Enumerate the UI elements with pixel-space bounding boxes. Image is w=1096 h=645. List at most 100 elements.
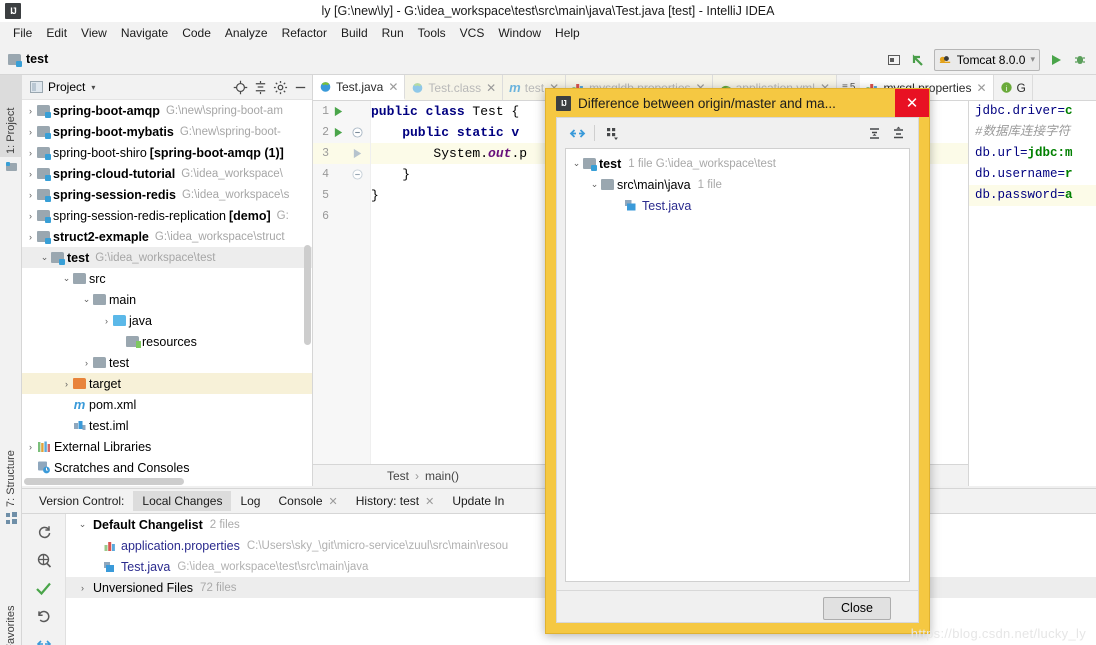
- project-breadcrumb[interactable]: test: [8, 52, 48, 67]
- run-configuration-selector[interactable]: Tomcat 8.0.0 ▾: [933, 48, 1040, 71]
- chevron-down-icon[interactable]: ⌄: [588, 179, 601, 190]
- chevron-right-icon[interactable]: ›: [24, 106, 37, 116]
- close-icon[interactable]: ✕: [329, 495, 338, 508]
- project-structure-icon[interactable]: [883, 49, 905, 71]
- tab-test-java[interactable]: Test.java ✕: [313, 75, 406, 100]
- close-icon[interactable]: ✕: [388, 80, 398, 94]
- chevron-right-icon[interactable]: ›: [76, 583, 89, 593]
- commit-icon[interactable]: [22, 574, 65, 602]
- fold-minus-icon[interactable]: [347, 169, 367, 180]
- chevron-right-icon[interactable]: ›: [24, 232, 37, 242]
- tab-local-changes[interactable]: Local Changes: [133, 491, 232, 511]
- dialog-changes-tree[interactable]: ⌄ test 1 file G:\idea_workspace\test ⌄ s…: [565, 148, 910, 582]
- tree-row-pom[interactable]: m pom.xml: [22, 394, 312, 415]
- diff-icon[interactable]: [22, 630, 65, 645]
- menu-view[interactable]: View: [74, 24, 114, 42]
- tree-row[interactable]: › spring-session-redis-replication [demo…: [22, 205, 312, 226]
- tree-row[interactable]: › spring-boot-shiro [spring-boot-amqp (1…: [22, 142, 312, 163]
- hide-panel-icon[interactable]: [290, 78, 310, 98]
- tab-test-class[interactable]: Test.class ✕: [405, 75, 504, 100]
- tree-row-scratches[interactable]: Scratches and Consoles: [22, 457, 312, 478]
- menu-help[interactable]: Help: [548, 24, 587, 42]
- menu-run[interactable]: Run: [375, 24, 411, 42]
- chevron-down-icon[interactable]: ⌄: [80, 294, 93, 305]
- close-button[interactable]: Close: [823, 596, 891, 620]
- close-icon[interactable]: ✕: [976, 81, 986, 95]
- revert-icon[interactable]: [22, 602, 65, 630]
- tree-row-external-libraries[interactable]: › External Libraries: [22, 436, 312, 457]
- tree-row-main[interactable]: ⌄ main: [22, 289, 312, 310]
- sidebar-item-project[interactable]: 1: Project: [0, 75, 22, 157]
- expand-all-icon[interactable]: [862, 121, 886, 145]
- breadcrumb-method[interactable]: main(): [425, 469, 459, 483]
- menu-analyze[interactable]: Analyze: [218, 24, 275, 42]
- difference-dialog[interactable]: IJ Difference between origin/master and …: [545, 88, 930, 634]
- compare-icon[interactable]: [565, 121, 589, 145]
- chevron-right-icon[interactable]: ›: [24, 442, 37, 452]
- chevron-right-icon[interactable]: ›: [24, 211, 37, 221]
- menu-vcs[interactable]: VCS: [453, 24, 492, 42]
- project-tree[interactable]: › spring-boot-amqp G:\new\spring-boot-am…: [22, 100, 312, 486]
- tree-row-resources[interactable]: resources: [22, 331, 312, 352]
- settings-gear-icon[interactable]: [270, 78, 290, 98]
- tab-history-test[interactable]: History: test ✕: [347, 491, 444, 511]
- chevron-right-icon[interactable]: ›: [24, 148, 37, 158]
- dialog-tree-row[interactable]: Test.java: [566, 195, 909, 216]
- menu-build[interactable]: Build: [334, 24, 375, 42]
- close-icon[interactable]: ✕: [425, 495, 434, 508]
- sidebar-item-favorites[interactable]: 2: Favorites: [0, 580, 22, 645]
- menu-tools[interactable]: Tools: [411, 24, 453, 42]
- chevron-right-icon[interactable]: ›: [24, 127, 37, 137]
- group-by-icon[interactable]: [600, 121, 624, 145]
- chevron-down-icon[interactable]: ⌄: [60, 273, 73, 284]
- menu-code[interactable]: Code: [175, 24, 218, 42]
- chevron-right-icon[interactable]: ›: [60, 379, 73, 389]
- close-icon[interactable]: ✕: [895, 89, 929, 117]
- chevron-down-icon[interactable]: ⌄: [38, 252, 51, 263]
- tree-row-src[interactable]: ⌄ src: [22, 268, 312, 289]
- tab-update-info[interactable]: Update In: [443, 491, 513, 511]
- collapse-all-icon[interactable]: [250, 78, 270, 98]
- back-icon[interactable]: [907, 49, 929, 71]
- tree-row[interactable]: › spring-cloud-tutorial G:\idea_workspac…: [22, 163, 312, 184]
- editor-gutter[interactable]: 1 2 3 4 5 6: [313, 101, 371, 464]
- debug-icon[interactable]: [1069, 49, 1091, 71]
- refresh-icon[interactable]: [22, 518, 65, 546]
- chevron-right-icon[interactable]: ›: [80, 358, 93, 368]
- chevron-right-icon[interactable]: ›: [24, 190, 37, 200]
- collapse-all-icon[interactable]: [886, 121, 910, 145]
- fold-minus-icon[interactable]: [347, 127, 367, 138]
- tree-row[interactable]: › spring-session-redis G:\idea_workspace…: [22, 184, 312, 205]
- tree-row-target[interactable]: › target: [22, 373, 312, 394]
- menu-file[interactable]: File: [6, 24, 39, 42]
- tree-row[interactable]: › struct2-exmaple G:\idea_workspace\stru…: [22, 226, 312, 247]
- group-by-icon[interactable]: [22, 546, 65, 574]
- tree-row-test-module[interactable]: ⌄ test G:\idea_workspace\test: [22, 247, 312, 268]
- properties-editor-pane[interactable]: jdbc.driver=c #数据库连接字符 db.url=jdbc:m db.…: [968, 101, 1096, 486]
- run-gutter-icon[interactable]: [329, 127, 347, 138]
- tree-row[interactable]: › spring-boot-mybatis G:\new\spring-boot…: [22, 121, 312, 142]
- dialog-tree-name[interactable]: Test.java: [642, 199, 691, 213]
- run-icon[interactable]: [1045, 49, 1067, 71]
- tree-row-iml[interactable]: test.iml: [22, 415, 312, 436]
- breadcrumb-class[interactable]: Test: [387, 469, 409, 483]
- close-icon[interactable]: ✕: [486, 81, 496, 95]
- tab-log[interactable]: Log: [231, 491, 269, 511]
- run-gutter-icon[interactable]: [329, 106, 347, 117]
- project-tree-hscrollbar[interactable]: [24, 478, 184, 485]
- tab-overflow-next[interactable]: i G: [994, 75, 1033, 100]
- dialog-tree-row[interactable]: ⌄ src\main\java 1 file: [566, 174, 909, 195]
- fold-gutter[interactable]: [347, 148, 367, 159]
- menu-refactor[interactable]: Refactor: [275, 24, 334, 42]
- chevron-down-icon[interactable]: ▾: [91, 83, 95, 92]
- menu-navigate[interactable]: Navigate: [114, 24, 175, 42]
- sidebar-item-structure[interactable]: 7: Structure: [0, 420, 22, 510]
- chevron-down-icon[interactable]: ⌄: [76, 519, 89, 530]
- tree-row-java[interactable]: › java: [22, 310, 312, 331]
- menu-window[interactable]: Window: [491, 24, 548, 42]
- locate-icon[interactable]: [230, 78, 250, 98]
- chevron-right-icon[interactable]: ›: [24, 169, 37, 179]
- menu-edit[interactable]: Edit: [39, 24, 74, 42]
- tab-console[interactable]: Console ✕: [269, 491, 346, 511]
- dialog-tree-row[interactable]: ⌄ test 1 file G:\idea_workspace\test: [566, 153, 909, 174]
